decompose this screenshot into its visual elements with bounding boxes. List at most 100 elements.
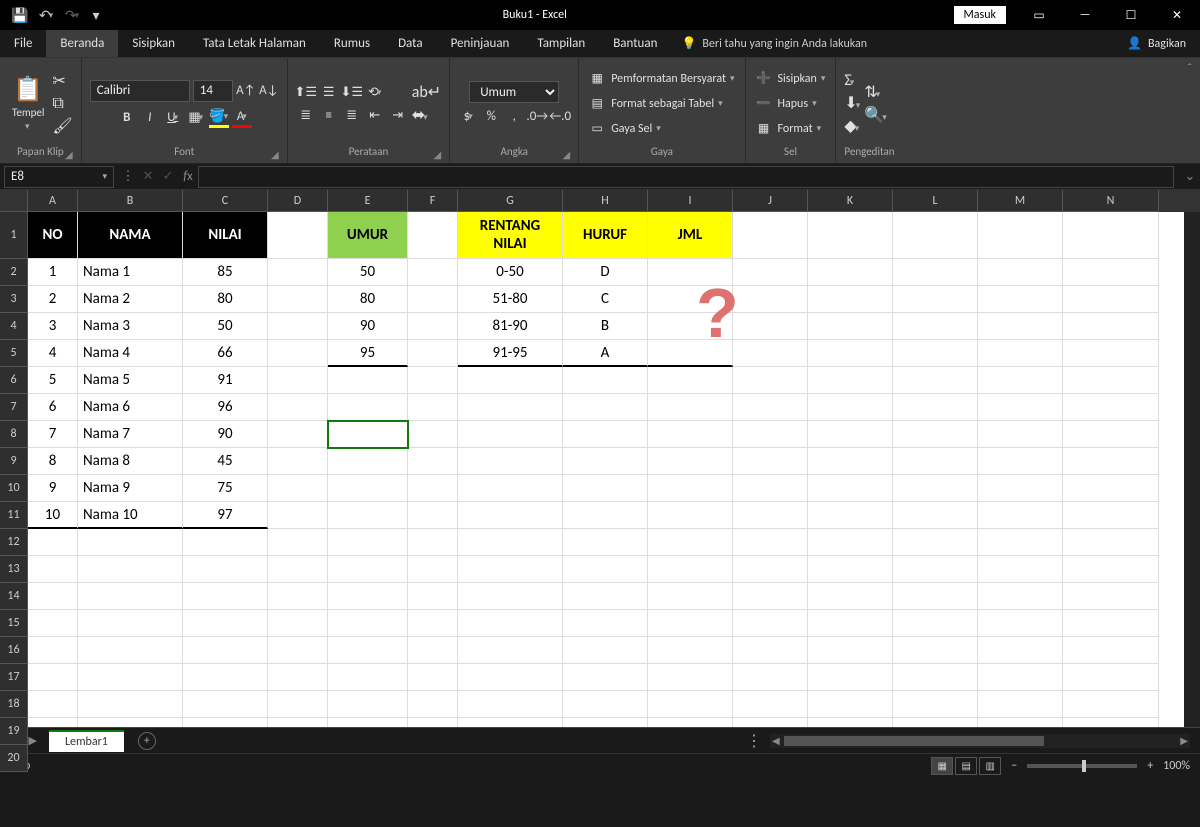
column-header[interactable]: M	[978, 190, 1063, 212]
cell[interactable]: 90	[183, 421, 268, 448]
page-layout-view-icon[interactable]: ▤	[955, 757, 977, 775]
next-sheet-icon[interactable]: ▶	[28, 734, 36, 747]
row-header[interactable]: 10	[0, 475, 28, 502]
format-table-button[interactable]: ▤Format sebagai Tabel▾	[587, 93, 724, 115]
cell[interactable]: 9	[28, 475, 78, 502]
clear-icon[interactable]: ◆▾	[844, 116, 860, 136]
undo-icon[interactable]: ↶▾	[36, 5, 56, 25]
cell[interactable]: Nama 7	[78, 421, 183, 448]
align-right-icon[interactable]: ≣	[342, 105, 362, 125]
cell[interactable]: 7	[28, 421, 78, 448]
autosum-icon[interactable]: Σ▾	[844, 71, 860, 90]
row-header[interactable]: 5	[0, 340, 28, 367]
cell[interactable]: NILAI	[183, 212, 268, 259]
cell[interactable]: Nama 3	[78, 313, 183, 340]
cell[interactable]: 3	[28, 313, 78, 340]
cell[interactable]: 1	[28, 259, 78, 286]
tab-rumus[interactable]: Rumus	[320, 30, 384, 57]
cell[interactable]: Nama 10	[78, 502, 183, 529]
decrease-decimal-icon[interactable]: ←.0	[550, 106, 570, 126]
normal-view-icon[interactable]: ▦	[931, 757, 953, 775]
insert-cells-button[interactable]: ➕Sisipkan▾	[754, 68, 828, 90]
tab-bantuan[interactable]: Bantuan	[599, 30, 671, 57]
cell[interactable]: Nama 1	[78, 259, 183, 286]
format-painter-icon[interactable]: 🖌	[52, 116, 72, 136]
font-color-icon[interactable]: A▾	[232, 108, 252, 128]
row-header[interactable]: 19	[0, 718, 28, 745]
expand-formula-bar-icon[interactable]: ⌄	[1180, 169, 1200, 184]
minimize-icon[interactable]: —	[1062, 0, 1108, 30]
zoom-in-icon[interactable]: +	[1147, 759, 1153, 773]
horizontal-scrollbar[interactable]: ◀ ▶	[770, 734, 1190, 748]
share-button[interactable]: Bagikan	[1148, 37, 1186, 51]
fx-icon[interactable]: fx	[178, 169, 198, 184]
row-header[interactable]: 15	[0, 610, 28, 637]
dialog-launcher-icon[interactable]: ◢	[563, 148, 571, 161]
cell[interactable]: 8	[28, 448, 78, 475]
copy-icon[interactable]: ⧉	[52, 94, 72, 113]
row-header[interactable]: 4	[0, 313, 28, 340]
indent-increase-icon[interactable]: ⇥	[388, 105, 408, 125]
currency-icon[interactable]: $▾	[458, 106, 478, 126]
scrollbar-thumb[interactable]	[784, 736, 1044, 746]
cell[interactable]: C	[563, 286, 648, 313]
dialog-launcher-icon[interactable]: ◢	[434, 148, 442, 161]
column-header[interactable]: H	[563, 190, 648, 212]
cell[interactable]: D	[563, 259, 648, 286]
dialog-launcher-icon[interactable]: ◢	[65, 148, 73, 161]
cells-area[interactable]: ? NONAMANILAIUMURRENTANGNILAIHURUFJML1Na…	[28, 212, 1184, 727]
cell[interactable]: 81-90	[458, 313, 563, 340]
column-header[interactable]: L	[893, 190, 978, 212]
cell[interactable]: 97	[183, 502, 268, 529]
grow-font-icon[interactable]: A↑	[236, 81, 256, 101]
column-header[interactable]: C	[183, 190, 268, 212]
redo-icon[interactable]: ↷▾	[62, 5, 82, 25]
save-icon[interactable]: 💾	[10, 5, 30, 25]
align-bottom-icon[interactable]: ⬇☰	[342, 82, 362, 102]
cell[interactable]: HURUF	[563, 212, 648, 259]
column-header[interactable]: I	[648, 190, 733, 212]
row-header[interactable]: 18	[0, 691, 28, 718]
cell[interactable]: 90	[328, 313, 408, 340]
tab-data[interactable]: Data	[384, 30, 437, 57]
row-header[interactable]: 16	[0, 637, 28, 664]
cell[interactable]: 85	[183, 259, 268, 286]
cell[interactable]: 91	[183, 367, 268, 394]
row-header[interactable]: 14	[0, 583, 28, 610]
zoom-out-icon[interactable]: −	[1011, 759, 1017, 773]
column-header[interactable]: D	[268, 190, 328, 212]
italic-icon[interactable]: I	[140, 108, 160, 128]
zoom-slider[interactable]	[1027, 764, 1137, 768]
row-header[interactable]: 12	[0, 529, 28, 556]
cell[interactable]: 80	[328, 286, 408, 313]
row-header[interactable]: 8	[0, 421, 28, 448]
row-header[interactable]: 13	[0, 556, 28, 583]
cut-icon[interactable]: ✂	[52, 71, 72, 91]
maximize-icon[interactable]: ☐	[1108, 0, 1154, 30]
cell[interactable]: 96	[183, 394, 268, 421]
row-header[interactable]: 9	[0, 448, 28, 475]
cell[interactable]: 80	[183, 286, 268, 313]
tab-tata-letak[interactable]: Tata Letak Halaman	[189, 30, 320, 57]
align-left-icon[interactable]: ≣	[296, 105, 316, 125]
split-icon[interactable]: ⋮	[746, 731, 762, 751]
cell[interactable]: 5	[28, 367, 78, 394]
align-top-icon[interactable]: ⬆☰	[296, 82, 316, 102]
cell[interactable]: B	[563, 313, 648, 340]
delete-cells-button[interactable]: ➖Hapus▾	[754, 93, 819, 115]
spreadsheet-grid[interactable]: ABCDEFGHIJKLMN 1234567891011121314151617…	[0, 190, 1200, 727]
cell[interactable]: 4	[28, 340, 78, 367]
menu-icon[interactable]: ⋮	[118, 169, 138, 184]
cell[interactable]: UMUR	[328, 212, 408, 259]
cell[interactable]: 75	[183, 475, 268, 502]
row-header[interactable]: 11	[0, 502, 28, 529]
orientation-icon[interactable]: ⟲▾	[365, 82, 385, 102]
align-middle-icon[interactable]: ☰	[319, 82, 339, 102]
column-header[interactable]: G	[458, 190, 563, 212]
cell-styles-button[interactable]: ▭Gaya Sel▾	[587, 118, 663, 140]
cell[interactable]: Nama 6	[78, 394, 183, 421]
fill-icon[interactable]: ⬇▾	[844, 93, 860, 113]
tab-peninjauan[interactable]: Peninjauan	[437, 30, 524, 57]
cancel-formula-icon[interactable]: ✕	[138, 169, 158, 184]
cell[interactable]: 0-50	[458, 259, 563, 286]
